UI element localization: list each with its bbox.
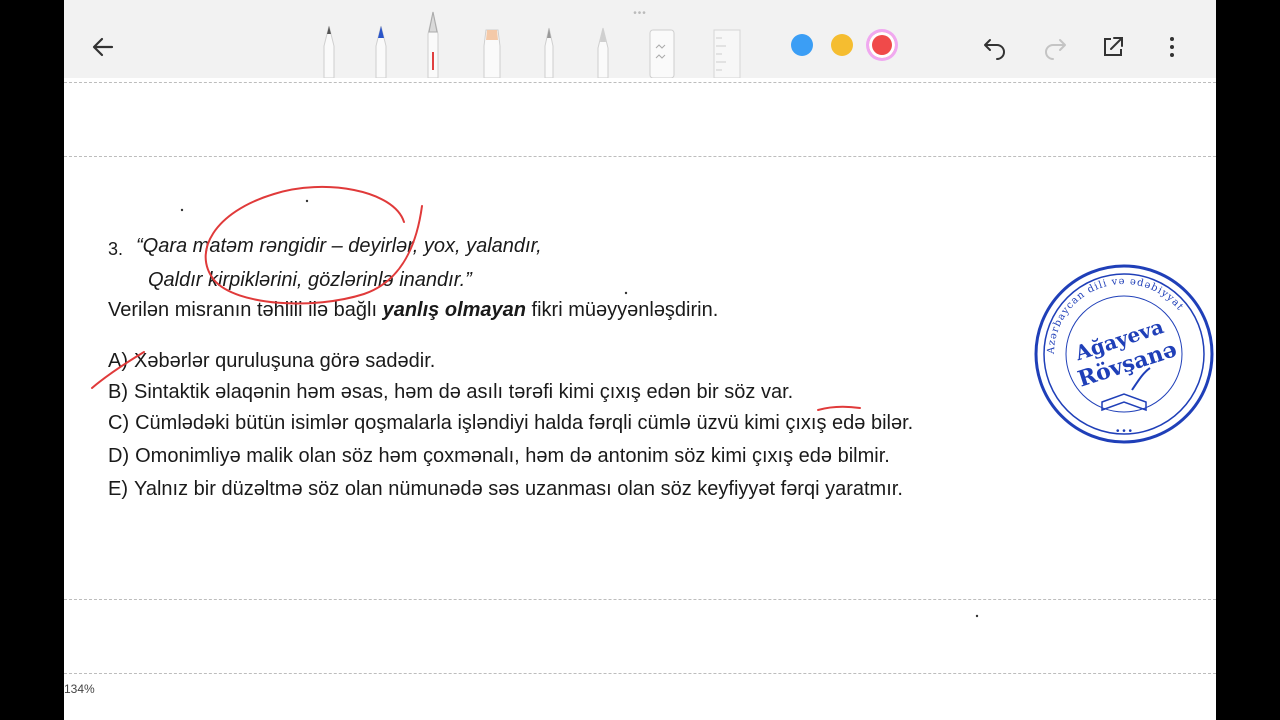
ink-check-mark [91, 351, 145, 389]
teacher-stamp: Azərbaycan dili və ədəbiyyat Ağayeva Röv… [1034, 264, 1214, 444]
ink-circle-annotation [204, 185, 423, 305]
ink-dot [975, 614, 979, 618]
ink-dot [305, 199, 309, 203]
zoom-level: 134% [64, 682, 95, 696]
stamp-stars: • • • [1116, 426, 1133, 437]
ink-dot [624, 291, 628, 295]
note-app: ••• 3. “Qara matəm rəngidir – deyirlər, … [64, 0, 1216, 720]
ink-dot [180, 208, 184, 212]
ink-underline-annotation [817, 405, 861, 411]
